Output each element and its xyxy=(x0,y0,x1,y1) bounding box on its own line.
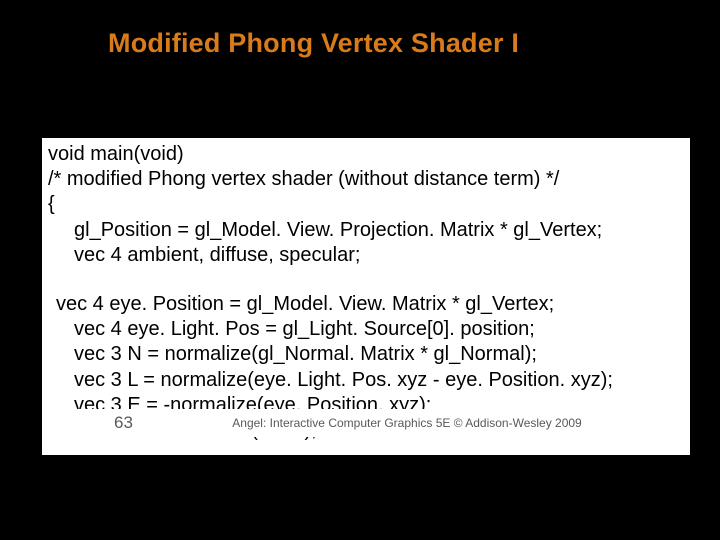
footer: 63 Angel: Interactive Computer Graphics … xyxy=(42,409,690,437)
code-line: gl_Position = gl_Model. View. Projection… xyxy=(48,218,684,243)
slide-title: Modified Phong Vertex Shader I xyxy=(0,0,720,59)
page-number: 63 xyxy=(42,412,204,433)
code-line: vec 3 L = normalize(eye. Light. Pos. xyz… xyxy=(48,368,684,393)
credit-text: Angel: Interactive Computer Graphics 5E … xyxy=(204,416,690,431)
code-line: vec 4 eye. Light. Pos = gl_Light. Source… xyxy=(48,317,684,342)
code-line: { xyxy=(48,192,684,217)
code-block: void main(void) /* modified Phong vertex… xyxy=(42,138,690,455)
code-line: vec 3 N = normalize(gl_Normal. Matrix * … xyxy=(48,342,684,367)
code-line: vec 4 eye. Position = gl_Model. View. Ma… xyxy=(48,292,684,317)
slide: Modified Phong Vertex Shader I void main… xyxy=(0,0,720,540)
code-line: void main(void) xyxy=(48,142,684,167)
code-line: /* modified Phong vertex shader (without… xyxy=(48,167,684,192)
code-line: vec 4 ambient, diffuse, specular; xyxy=(48,243,684,268)
blank-line xyxy=(48,268,684,292)
